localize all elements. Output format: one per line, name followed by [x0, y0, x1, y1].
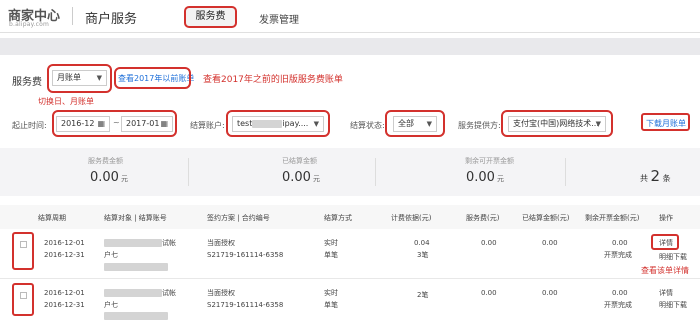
- redacted-object: [104, 289, 162, 297]
- period-start: 2016-12-01: [44, 239, 85, 247]
- settlement-object: 试帐: [104, 238, 176, 248]
- total-suffix: 条: [662, 174, 671, 183]
- col-object: 结算对象 | 结算账号: [104, 214, 167, 222]
- col-period: 结算周期: [38, 214, 66, 222]
- contract-number: S21719-161114-6358: [207, 301, 284, 309]
- total-prefix: 共: [640, 174, 648, 183]
- total-number: 2: [650, 167, 661, 185]
- object-suffix: 试帐: [162, 289, 176, 297]
- summary-divider: [188, 158, 189, 186]
- col-basis: 计费依据(元): [391, 214, 432, 222]
- fee-amount: 0.00: [481, 239, 497, 247]
- settled-unit: 元: [312, 175, 320, 183]
- period-end: 2016-12-31: [44, 301, 85, 309]
- highlight-account: [226, 110, 330, 137]
- status-label: 结算状态:: [350, 121, 385, 130]
- gray-band: [0, 38, 700, 55]
- redacted-object: [104, 239, 162, 247]
- method-line1: 实时: [324, 239, 338, 247]
- row-divider: [0, 278, 700, 279]
- nav-tab-service-fee[interactable]: 服务费: [184, 6, 237, 28]
- highlight-download: [641, 113, 690, 131]
- plan-name: 当面授权: [207, 239, 235, 247]
- method-line2: 单笔: [324, 251, 338, 259]
- remaining-unit: 元: [496, 175, 504, 183]
- time-range-label: 起止时间:: [12, 121, 47, 130]
- header-divider: [0, 32, 700, 33]
- highlight-detail: [651, 234, 679, 250]
- top-header: 商家中心 b.alipay.com 商户服务 服务费 发票管理: [0, 0, 700, 32]
- col-remaining: 剩余开票金额(元): [585, 214, 640, 222]
- remaining-label: 剩余可开票金额: [465, 157, 514, 165]
- section-title: 商户服务: [85, 12, 138, 27]
- contract-number: S21719-161114-6358: [207, 251, 284, 259]
- settlement-object: 试帐: [104, 288, 176, 298]
- nav-tab-invoice[interactable]: 发票管理: [259, 11, 299, 26]
- period-end: 2016-12-31: [44, 251, 85, 259]
- fee-value: 0.00: [90, 170, 119, 185]
- account-label: 结算账户:: [190, 121, 225, 130]
- fee-unit: 元: [120, 175, 128, 183]
- highlight-bill-type: [47, 64, 112, 93]
- fee-label: 服务费金额: [88, 157, 123, 165]
- annotation-switch: 切换日、月账单: [38, 97, 94, 106]
- highlight-checkbox: [12, 232, 34, 270]
- col-method: 结算方式: [324, 214, 352, 222]
- detail-link[interactable]: 详情: [659, 288, 673, 298]
- col-plan: 签约方案 | 合约编号: [207, 214, 270, 222]
- logo-subtitle: b.alipay.com: [9, 21, 50, 28]
- basis-count: 2笔: [417, 291, 429, 299]
- remaining-value: 0.00: [466, 170, 495, 185]
- fee-amount: 0.00: [481, 289, 497, 297]
- annotation-detail: 查看该单详情: [641, 266, 689, 275]
- highlight-checkbox: [12, 283, 34, 316]
- col-fee: 服务费(元): [466, 214, 500, 222]
- settlement-account: [104, 262, 168, 272]
- object-suffix: 试帐: [162, 239, 176, 247]
- highlight-provider: [501, 110, 613, 137]
- highlight-status: [385, 110, 445, 137]
- object-line2: 户七: [104, 251, 118, 259]
- remaining-amount: 0.00: [612, 239, 628, 247]
- method-line2: 单笔: [324, 301, 338, 309]
- remaining-amount: 0.00: [612, 289, 628, 297]
- summary-panel: 服务费金额 0.00 元 已结算金额 0.00 元 剩余可开票金额 0.00 元 共 …: [0, 148, 700, 196]
- period-start: 2016-12-01: [44, 289, 85, 297]
- table-header: 结算周期 结算对象 | 结算账号 签约方案 | 合约编号 结算方式 计费依据(元…: [0, 205, 700, 229]
- summary-divider: [375, 158, 376, 186]
- remaining-amount: 0.00 元: [466, 170, 504, 185]
- settled-label: 已结算金额: [282, 157, 317, 165]
- annotation-old-bill: 查看2017年之前的旧版服务费账单: [203, 75, 343, 85]
- settled-value: 0.00: [282, 170, 311, 185]
- plan-name: 当面授权: [207, 289, 235, 297]
- object-line2: 户七: [104, 301, 118, 309]
- provider-label: 服务提供方:: [458, 121, 501, 130]
- fee-amount: 0.00 元: [90, 170, 128, 185]
- settled-amount: 0.00 元: [282, 170, 320, 185]
- method-line1: 实时: [324, 289, 338, 297]
- summary-divider: [565, 158, 566, 186]
- detail-download-link[interactable]: 明细下载: [659, 252, 687, 262]
- basis-value: 0.04: [414, 239, 430, 247]
- invoice-status: 开票完成: [604, 251, 632, 259]
- invoice-status: 开票完成: [604, 301, 632, 309]
- highlight-date-range: [52, 110, 177, 137]
- settled-amount: 0.00: [542, 239, 558, 247]
- settled-amount: 0.00: [542, 289, 558, 297]
- service-fee-label: 服务费: [12, 77, 42, 88]
- redacted-account: [104, 263, 168, 271]
- basis-count: 3笔: [417, 251, 429, 259]
- detail-download-link[interactable]: 明细下载: [659, 300, 687, 310]
- total-count: 共 2 条: [640, 167, 671, 185]
- settlement-account: [104, 311, 168, 321]
- col-action: 操作: [659, 214, 673, 222]
- logo-divider: [72, 7, 73, 25]
- col-settled: 已结算金额(元): [522, 214, 570, 222]
- highlight-old-bill-link: [114, 67, 191, 89]
